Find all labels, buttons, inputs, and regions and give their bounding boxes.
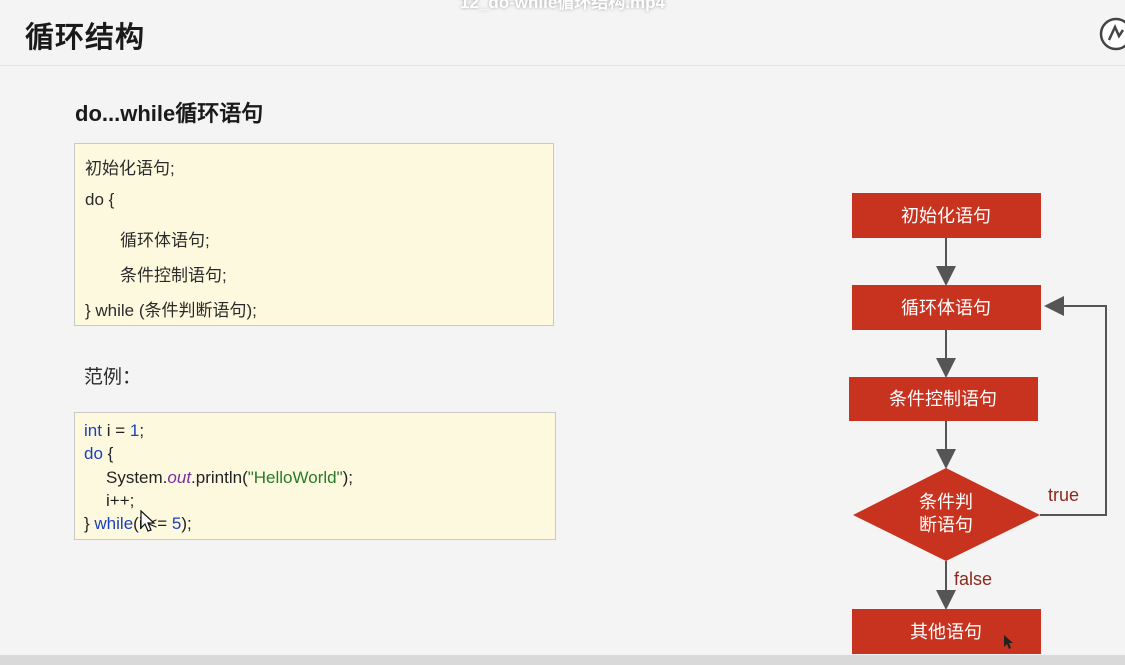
node-condition-label-1: 条件判 (919, 492, 973, 512)
bottom-bar (0, 655, 1125, 665)
node-init-label: 初始化语句 (901, 206, 991, 226)
edge-label-false: false (954, 569, 992, 589)
node-control-label: 条件控制语句 (889, 389, 997, 409)
arrow-true-loop-back (1040, 296, 1107, 516)
node-condition-label-2: 断语句 (919, 515, 973, 535)
flowchart: 初始化语句 循环体语句 条件控制语句 条件判 断语句 其他语句 true fal… (849, 193, 1107, 654)
node-other-label: 其他语句 (910, 622, 982, 642)
edge-label-true: true (1048, 485, 1079, 505)
node-body-label: 循环体语句 (901, 298, 991, 318)
